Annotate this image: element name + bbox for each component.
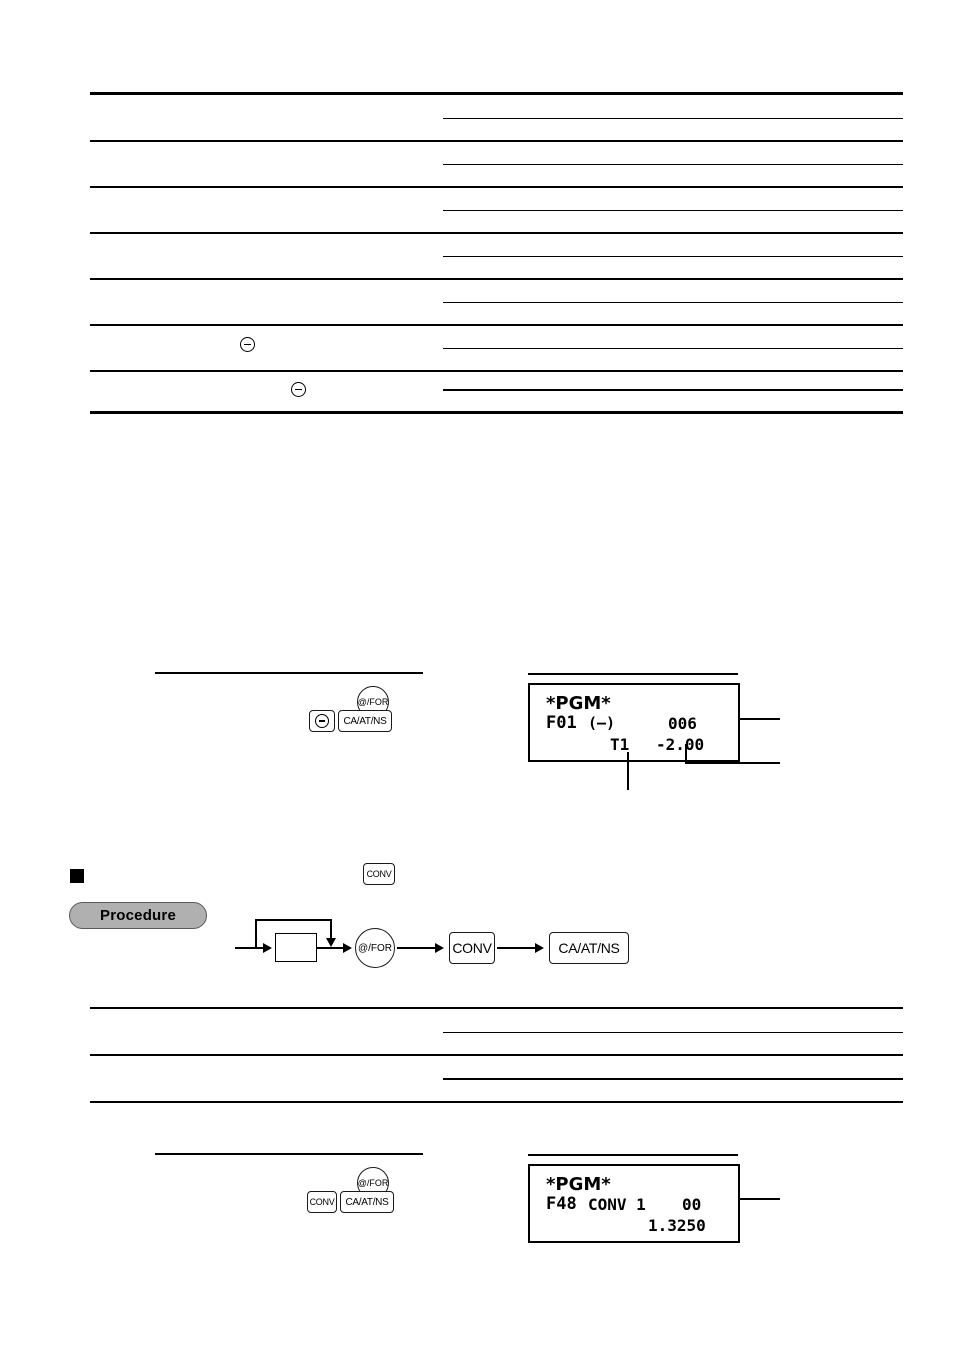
lcd-value-top-right-two: 00 [682, 1195, 702, 1214]
lcd-value-top-right: 006 [668, 714, 697, 733]
row-right-cell [447, 233, 899, 278]
flow-bypass-top-horizontal [255, 919, 331, 921]
lcd-function-name-two: CONV 1 [588, 1195, 646, 1214]
table-row [90, 233, 903, 278]
table-row [90, 1009, 903, 1054]
leader-line-rate-code [740, 1198, 780, 1200]
flow-conv-key-label: CONV [452, 940, 492, 956]
table-row [90, 371, 903, 411]
row-right-cell [447, 1009, 899, 1054]
row-right-cell [447, 141, 899, 186]
ca-at-ns-key-two-label: CA/AT/NS [345, 1196, 389, 1208]
table-row [90, 325, 903, 370]
leader-line-amount-tail [740, 762, 780, 764]
lcd-display-panel-two: *PGM* F48 CONV 1 00 1.3250 [528, 1164, 740, 1243]
flow-entry-line [235, 947, 265, 949]
flow-conv-key[interactable]: CONV [449, 932, 495, 964]
top-spec-table [90, 92, 903, 414]
row-left-cell [94, 233, 439, 278]
row-left-cell [94, 95, 439, 140]
row-right-cell [447, 187, 899, 232]
row-left-cell [94, 279, 439, 324]
lcd-function-name: (—) [588, 714, 616, 732]
flow-arrow-box-to-atfor-icon [343, 943, 352, 953]
flow-arrow-atfor-to-conv-icon [435, 943, 444, 953]
minus-key[interactable] [309, 710, 335, 732]
flow-bypass-left-vertical [255, 919, 257, 948]
row-left-cell [94, 1009, 439, 1054]
row-right-cell [447, 1055, 899, 1101]
example-one-display-rule [528, 673, 738, 675]
table-bottom-border [90, 1101, 903, 1104]
table-row [90, 95, 903, 140]
lcd-display-panel-one: *PGM* F01 (—) 006 T1 -2.00 [528, 683, 740, 762]
lcd-function-code: F01 [546, 713, 577, 733]
example-two-display-rule [528, 1154, 738, 1156]
procedure-pill: Procedure [69, 902, 207, 929]
row-right-cell [447, 95, 899, 140]
row-left-cell [94, 1055, 439, 1101]
flow-bypass-arrow-icon [326, 938, 336, 947]
leader-line-code [740, 718, 780, 720]
example-two-rule [155, 1153, 423, 1155]
row-right-cell [447, 279, 899, 324]
table-row [90, 1055, 903, 1101]
table-row [90, 141, 903, 186]
leader-line-amount-vertical [685, 744, 687, 764]
row-right-cell [447, 371, 899, 411]
table-row [90, 279, 903, 324]
row-left-cell [94, 325, 439, 370]
row-left-cell [94, 371, 439, 411]
conv-key-two-label: CONV [309, 1197, 335, 1207]
flow-input-box[interactable] [275, 933, 317, 962]
conv-key-inline-label: CONV [366, 869, 392, 879]
conv-key-inline[interactable]: CONV [363, 863, 395, 885]
section-bullet-icon [70, 869, 84, 883]
flow-ca-at-ns-key-label: CA/AT/NS [558, 940, 620, 956]
table-bottom-border [90, 411, 903, 414]
flow-arrow-conv-to-caatns-icon [535, 943, 544, 953]
flow-entry-arrow-icon [263, 943, 272, 953]
ca-at-ns-key-label: CA/AT/NS [343, 715, 387, 727]
flow-at-for-key-label: @/FOR [357, 942, 393, 954]
bottom-spec-table [90, 1007, 903, 1105]
lcd-mode-label-two: *PGM* [546, 1174, 611, 1195]
row-left-cell [94, 141, 439, 186]
lcd-mode-label: *PGM* [546, 693, 611, 714]
flow-at-for-key[interactable]: @/FOR [355, 928, 395, 968]
at-for-key-label: @/FOR [357, 697, 389, 707]
row-right-cell [447, 325, 899, 370]
circled-minus-icon [315, 714, 329, 728]
lcd-value-bottom-right-two: 1.3250 [648, 1216, 706, 1235]
row-left-cell [94, 187, 439, 232]
procedure-flow-diagram: @/FOR CONV CA/AT/NS [235, 905, 629, 977]
procedure-pill-label: Procedure [100, 907, 176, 924]
table-row [90, 187, 903, 232]
lcd-function-code-two: F48 [546, 1194, 577, 1214]
at-for-key-two-label: @/FOR [357, 1178, 389, 1188]
conv-key-two[interactable]: CONV [307, 1191, 337, 1213]
circled-minus-icon [291, 382, 306, 397]
leader-line-t1-vertical [627, 752, 629, 790]
ca-at-ns-key-two[interactable]: CA/AT/NS [340, 1191, 394, 1213]
example-one-rule [155, 672, 423, 674]
lcd-value-bottom-right: -2.00 [656, 735, 705, 754]
ca-at-ns-key[interactable]: CA/AT/NS [338, 710, 392, 732]
flow-ca-at-ns-key[interactable]: CA/AT/NS [549, 932, 629, 964]
circled-minus-icon [240, 337, 255, 352]
